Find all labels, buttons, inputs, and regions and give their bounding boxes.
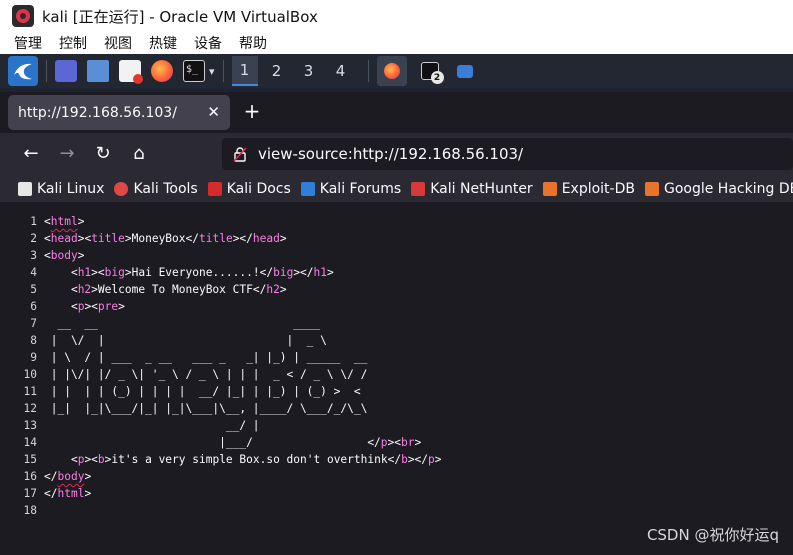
menu-help[interactable]: 帮助 [239,33,267,53]
source-line: 4 <h1><big>Hai Everyone......!</big></h1… [30,266,334,279]
bookmark-kali-nethunter[interactable]: Kali NetHunter [411,181,533,197]
chevron-down-icon[interactable]: ▾ [209,65,215,78]
tab-title: http://192.168.56.103/ [18,104,177,121]
bookmark-kali-linux[interactable]: Kali Linux [18,181,104,197]
terminal-window-icon[interactable]: 2 [420,62,444,84]
source-line: 2 <head><title>MoneyBox</title></head> [30,232,287,245]
workspace-2[interactable]: 2 [264,56,290,86]
nethunter-icon [411,181,426,196]
new-tab-icon[interactable]: + [242,100,262,122]
url-bar[interactable]: view-source:http://192.168.56.103/ [222,138,793,170]
source-line: 6 <p><pre> [30,300,125,313]
file-manager-icon[interactable] [87,60,109,82]
home-icon[interactable]: ⌂ [128,143,150,165]
bookmark-kali-tools[interactable]: Kali Tools [114,181,198,197]
terminal-window-count-badge: 2 [430,71,444,84]
source-line: 18 [23,504,37,517]
source-line: 16 </body> [23,470,92,483]
text-editor-icon[interactable] [119,60,143,84]
kali-tools-icon [114,181,129,196]
bookmark-google-hacking-db[interactable]: Google Hacking DB [644,181,793,197]
bookmark-exploit-db[interactable]: Exploit-DB [542,181,635,197]
panel-separator [222,60,224,82]
csdn-watermark: CSDN @祝你好运q [646,526,779,544]
exploit-db-icon [542,181,557,196]
tab-close-icon[interactable]: ✕ [207,103,220,121]
source-line: 15 <p><b>it's a very simple Box.so don't… [23,453,442,466]
firefox-window-icon[interactable] [376,56,407,86]
panel-separator [367,60,369,82]
kali-forums-icon [300,181,315,196]
source-line: 1 <html> [30,215,85,228]
source-line: 9 | \ / | ___ _ __ ___ _ _| |_) | _____ … [30,351,368,364]
vbox-title-bar: kali [正在运行] - Oracle VM VirtualBox [0,0,793,32]
reload-icon[interactable]: ↻ [92,143,114,165]
source-line: 5 <h2>Welcome To MoneyBox CTF</h2> [30,283,287,296]
page-source-view: 1 <html> 2 <head><title>MoneyBox</title></… [0,203,793,555]
show-desktop-icon[interactable] [55,60,77,82]
browser-tab-bar: http://192.168.56.103/ ✕ + [0,92,793,133]
source-line: 10 | |\/| |/ _ \| '_ \ / _ \ | | | _ < /… [23,368,368,381]
forward-arrow-icon[interactable]: → [56,143,78,165]
kali-docs-icon [207,181,222,196]
kali-menu-icon[interactable] [8,56,38,86]
bookmark-kali-docs[interactable]: Kali Docs [207,181,291,197]
browser-tab[interactable]: http://192.168.56.103/ ✕ [8,95,230,130]
menu-view[interactable]: 视图 [104,33,132,53]
menu-manage[interactable]: 管理 [14,33,42,53]
source-line: 14 |___/ </p><br> [23,436,422,449]
ghdb-icon [644,181,659,196]
source-line: 3 <body> [30,249,85,262]
menu-devices[interactable]: 设备 [194,33,222,53]
insecure-lock-icon[interactable] [232,146,248,162]
vbox-menu-bar: 管理 控制 视图 热键 设备 帮助 [0,32,793,54]
source-line: 7 __ __ ____ [30,317,321,330]
source-line: 12 |_| |_|\___/|_| |_|\___|\__, |____/ \… [23,402,368,415]
bookmark-kali-forums[interactable]: Kali Forums [300,181,401,197]
bookmarks-toolbar: Kali Linux Kali Tools Kali Docs Kali For… [0,175,793,203]
menu-control[interactable]: 控制 [59,33,87,53]
firefox-launcher-icon[interactable] [151,60,173,82]
panel-separator [46,60,47,82]
kali-app-icon [12,5,34,27]
url-text: view-source:http://192.168.56.103/ [258,145,524,163]
menu-hotkeys[interactable]: 热键 [149,33,177,53]
workspace-1[interactable]: 1 [231,56,258,86]
back-arrow-icon[interactable]: ← [20,143,42,165]
window-title: kali [正在运行] - Oracle VM VirtualBox [42,7,318,26]
home-folder-window-icon[interactable] [456,64,473,78]
source-line: 17 </html> [23,487,92,500]
terminal-launcher-icon[interactable]: $_ [183,60,205,82]
workspace-3[interactable]: 3 [296,56,322,86]
browser-nav-bar: ← → ↻ ⌂ view-source:http://192.168.56.10… [0,133,793,175]
source-line: 11 | | | | (_) | | | | __/ |_| | |_) | (… [23,385,361,398]
kali-top-panel: $_ ▾ 1 2 3 4 2 [0,54,793,88]
source-line: 8 | \/ | | _ \ [30,334,327,347]
workspace-4[interactable]: 4 [328,56,354,86]
source-line: 13 __/ | [23,419,260,432]
kali-dragon-icon [18,181,32,196]
